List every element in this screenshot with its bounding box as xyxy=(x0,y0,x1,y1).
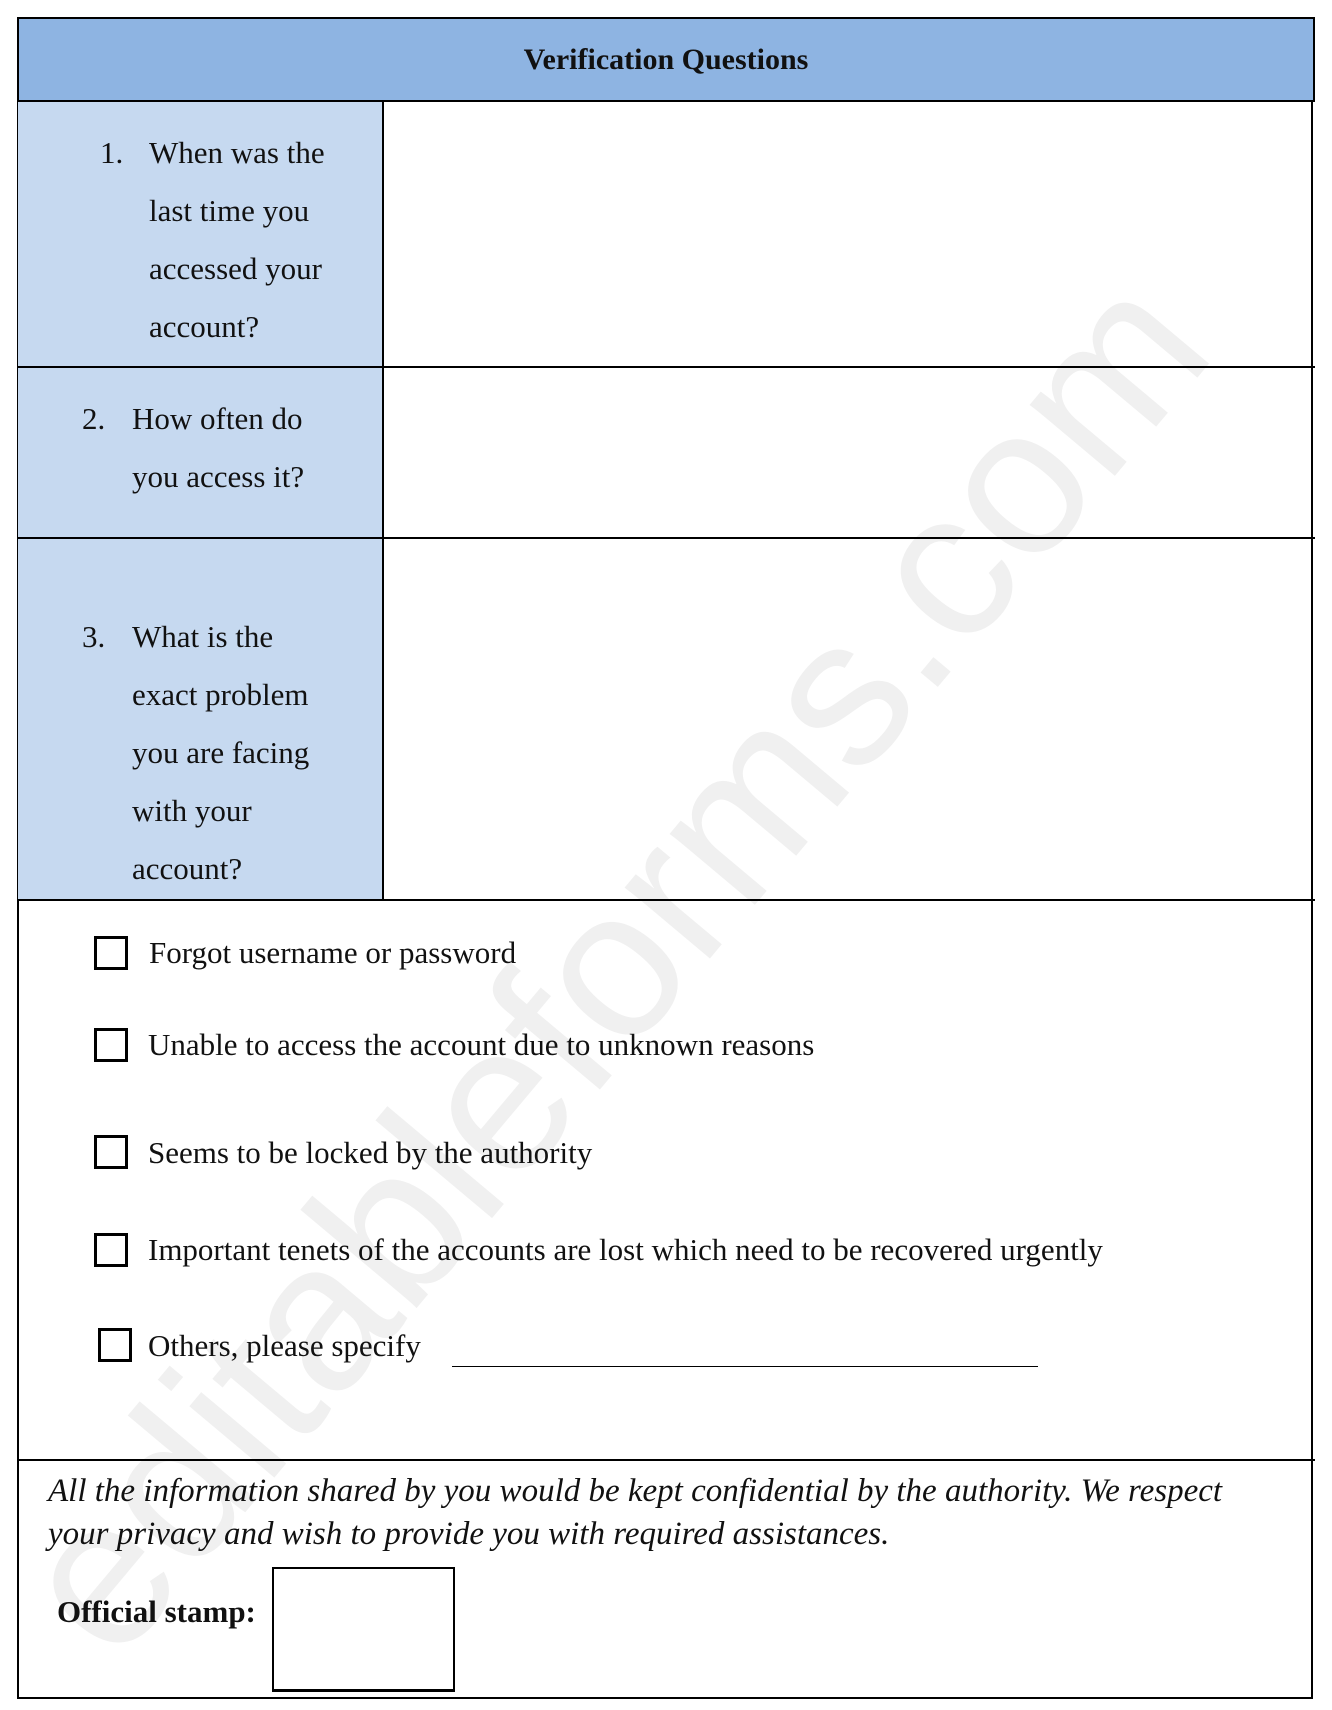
question-text: accessed your xyxy=(149,251,322,286)
question-3-cell: 3. What is the exact problem you are facin… xyxy=(18,539,384,900)
checkbox-others[interactable] xyxy=(98,1328,132,1362)
question-1: 1. When was the last time you accessed you… xyxy=(100,124,325,356)
form-title: Verification Questions xyxy=(17,17,1315,102)
checkbox-important-tenets-lost[interactable] xyxy=(94,1233,128,1267)
option-label: Forgot username or password xyxy=(149,935,517,970)
question-text: last time you xyxy=(149,193,310,228)
option-label: Important tenets of the accounts are los… xyxy=(148,1232,1103,1267)
question-text: How often do xyxy=(132,401,303,436)
official-stamp-label: Official stamp: xyxy=(57,1594,256,1629)
question-2-cell: 2. How often do you access it? xyxy=(18,368,384,538)
question-text: you are facing xyxy=(132,735,310,770)
option-label: Seems to be locked by the authority xyxy=(148,1135,593,1170)
divider xyxy=(17,1459,1315,1461)
divider xyxy=(17,899,1315,901)
question-text: exact problem xyxy=(132,677,309,712)
question-1-cell: 1. When was the last time you accessed you… xyxy=(18,102,384,367)
checkbox-unknown-reasons[interactable] xyxy=(94,1028,128,1062)
question-number: 3. xyxy=(82,619,106,654)
question-text: with your xyxy=(132,793,252,828)
others-specify-field[interactable] xyxy=(452,1340,1038,1367)
question-3: 3. What is the exact problem you are facin… xyxy=(82,608,309,898)
question-text: you access it? xyxy=(132,459,305,494)
option-label: Unable to access the account due to unkn… xyxy=(148,1027,815,1062)
checkbox-forgot-credentials[interactable] xyxy=(94,936,128,970)
answer-3-field[interactable] xyxy=(386,539,1313,900)
question-number: 1. xyxy=(100,135,124,170)
question-2: 2. How often do you access it? xyxy=(82,390,304,506)
answer-2-field[interactable] xyxy=(386,368,1313,538)
question-number: 2. xyxy=(82,401,106,436)
question-text: account? xyxy=(149,309,260,344)
checkbox-locked-by-authority[interactable] xyxy=(94,1135,128,1169)
question-text: account? xyxy=(132,851,243,886)
option-label: Others, please specify xyxy=(148,1328,421,1363)
question-text: When was the xyxy=(149,135,325,170)
answer-1-field[interactable] xyxy=(386,102,1313,367)
official-stamp-box xyxy=(272,1567,455,1692)
question-text: What is the xyxy=(132,619,274,654)
confidentiality-note: All the information shared by you would … xyxy=(48,1473,1223,1552)
